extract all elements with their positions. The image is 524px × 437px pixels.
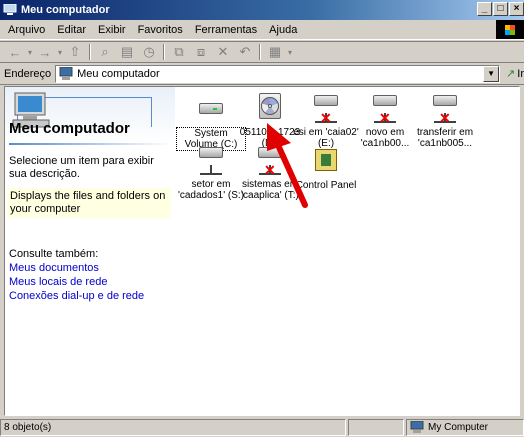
control-panel-icon [309,143,343,177]
search-icon[interactable]: ⌕ [94,43,116,61]
window-title: Meu computador [21,4,110,16]
copy-to-icon[interactable]: ⧈ [190,43,212,61]
my-computer-icon [3,4,17,15]
menu-bar: Arquivo Editar Exibir Favoritos Ferramen… [0,20,524,40]
menu-exibir[interactable]: Exibir [92,22,132,38]
move-to-icon[interactable]: ⧉ [168,43,190,61]
menu-favoritos[interactable]: Favoritos [132,22,189,38]
back-icon[interactable]: ← [4,43,26,61]
web-view-pane: Meu computador Selecione um item para ex… [5,87,175,415]
back-dropdown-icon[interactable]: ▾ [26,43,34,61]
toolbar-divider [259,44,261,60]
menu-arquivo[interactable]: Arquivo [2,22,51,38]
address-value: Meu computador [77,67,160,80]
see-also-heading: Consulte também: [9,248,99,260]
status-bar: 8 objeto(s) My Computer [0,417,524,437]
go-arrow-icon: ↗ [506,68,516,80]
drive-item-label: transferir em 'ca1nb005... [416,127,474,149]
control-panel-item[interactable]: Control Panel [291,143,361,191]
banner: Meu computador [5,87,175,143]
hard-drive-icon [194,91,228,125]
address-input[interactable]: Meu computador ▼ [55,64,501,83]
minimize-button[interactable]: _ [477,2,492,16]
disconnected-network-drive-icon: ✕ [428,91,462,125]
my-computer-icon [410,421,424,433]
folders-icon[interactable]: ▤ [116,43,138,61]
toolbar-divider [89,44,91,60]
my-computer-icon [59,67,73,80]
status-zone: My Computer [406,418,524,436]
address-label: Endereço [4,67,52,80]
views-icon[interactable]: ▦ [264,43,286,61]
drive-item-transferir[interactable]: ✕ transferir em 'ca1nb005... [410,91,480,149]
page-title: Meu computador [9,120,130,137]
delete-icon[interactable]: ✕ [212,43,234,61]
views-dropdown-icon[interactable]: ▾ [286,43,294,61]
description-prompt: Selecione um item para exibir sua descri… [9,155,154,180]
menu-editar[interactable]: Editar [51,22,92,38]
undo-icon[interactable]: ↶ [234,43,256,61]
link-my-documents[interactable]: Meus documentos [9,262,99,274]
title-divider [9,143,171,145]
chevron-down-icon[interactable]: ▼ [483,65,500,82]
toolbar: ← ▾ → ▾ ⇧ ⌕ ▤ ◷ ⧉ ⧈ ✕ ↶ ▦ ▾ [0,41,524,63]
status-zone-label: My Computer [428,421,489,433]
go-label: Ir [517,67,524,80]
network-drive-icon [194,143,228,177]
disconnected-network-drive-icon: ✕ [253,143,287,177]
status-spacer [348,418,404,436]
disconnected-network-drive-icon: ✕ [309,91,343,125]
forward-dropdown-icon[interactable]: ▾ [56,43,64,61]
forward-icon[interactable]: → [34,43,56,61]
description-text: Displays the files and folders on your c… [7,188,171,218]
menu-ferramentas[interactable]: Ferramentas [189,22,263,38]
title-bar: Meu computador _ □ × [0,0,524,20]
toolbar-divider [163,44,165,60]
up-folder-icon[interactable]: ⇧ [64,43,86,61]
folder-view[interactable]: Meu computador Selecione um item para ex… [4,86,520,416]
status-object-count: 8 objeto(s) [0,418,346,436]
close-button[interactable]: × [509,2,524,16]
maximize-button[interactable]: □ [493,2,508,16]
address-bar: Endereço Meu computador ▼ ↗ Ir [0,63,524,85]
go-button[interactable]: ↗ Ir [506,67,524,81]
link-dial-up-connections[interactable]: Conexões dial-up e de rede [9,290,144,302]
cd-drive-icon [253,91,287,125]
link-my-network-places[interactable]: Meus locais de rede [9,276,107,288]
menu-ajuda[interactable]: Ajuda [263,22,303,38]
windows-logo-icon [496,20,524,39]
drive-item-label: Control Panel [295,180,357,191]
history-icon[interactable]: ◷ [138,43,160,61]
disconnected-network-drive-icon: ✕ [368,91,402,125]
